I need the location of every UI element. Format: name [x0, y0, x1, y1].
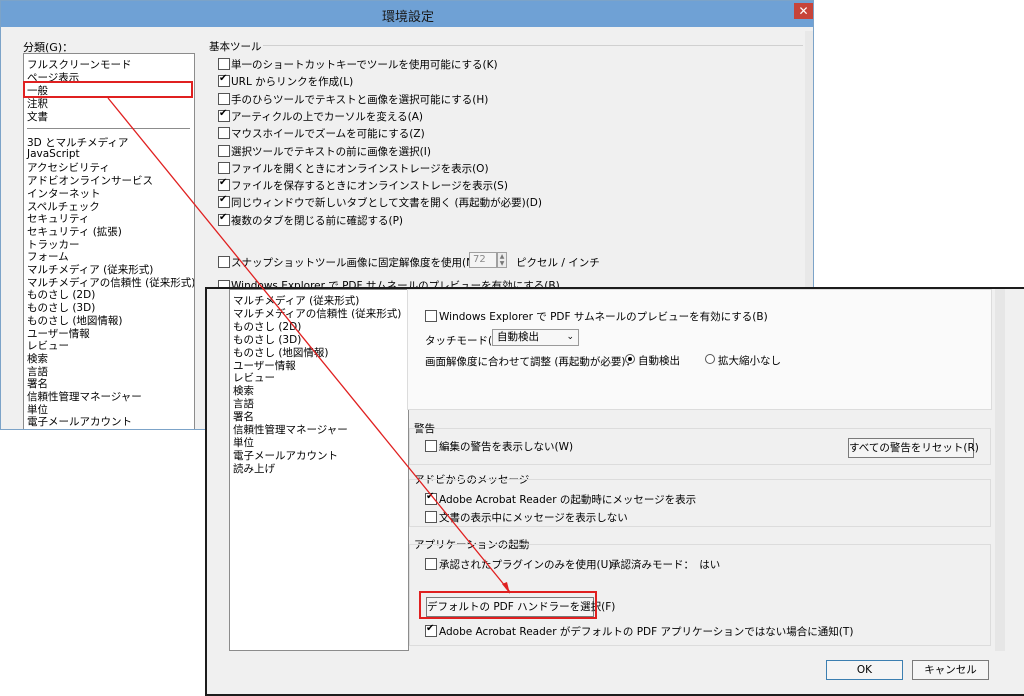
arrow-head — [502, 582, 510, 594]
annotation-arrow — [107, 97, 511, 594]
arrow-line — [107, 97, 511, 593]
